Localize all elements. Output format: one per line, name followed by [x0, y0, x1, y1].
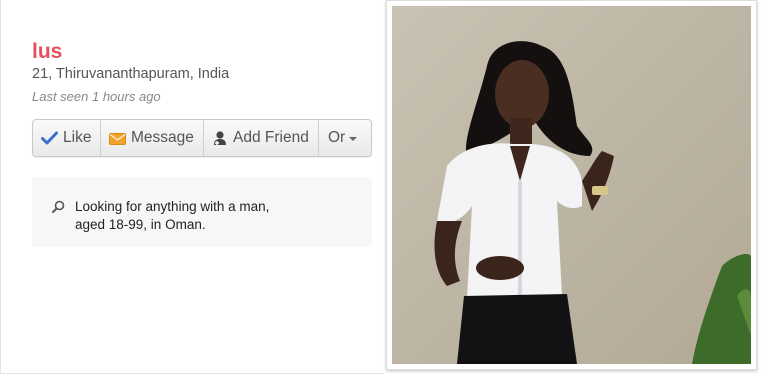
add-friend-label: Add Friend: [233, 129, 309, 146]
message-label: Message: [131, 129, 194, 146]
profile-age-location: 21, Thiruvananthapuram, India: [32, 66, 230, 82]
chevron-down-icon: [349, 137, 358, 141]
person-photo-illustration: [392, 6, 751, 364]
add-user-icon: [212, 130, 228, 146]
profile-photo[interactable]: [392, 6, 751, 364]
looking-for-text: Looking for anything with a man, aged 18…: [75, 198, 355, 234]
profile-name[interactable]: lus: [32, 40, 62, 64]
like-button[interactable]: Like: [33, 120, 101, 156]
more-label: Or: [328, 129, 346, 146]
looking-for-line-1: Looking for anything with a man,: [75, 199, 270, 214]
envelope-icon: [109, 132, 126, 145]
add-friend-button[interactable]: Add Friend: [204, 120, 319, 156]
more-dropdown-button[interactable]: Or: [319, 120, 371, 156]
checkmark-icon: [41, 131, 58, 145]
looking-for-line-2: aged 18-99, in Oman.: [75, 217, 206, 232]
profile-card: lus 21, Thiruvananthapuram, India Last s…: [0, 0, 384, 374]
profile-action-buttons: Like Message Add Friend Or: [32, 119, 372, 157]
like-label: Like: [63, 129, 92, 146]
looking-for-box: Looking for anything with a man, aged 18…: [32, 177, 372, 247]
profile-photo-frame[interactable]: [386, 0, 757, 370]
last-seen: Last seen 1 hours ago: [32, 89, 161, 104]
message-button[interactable]: Message: [101, 120, 204, 156]
search-icon: [52, 200, 65, 218]
